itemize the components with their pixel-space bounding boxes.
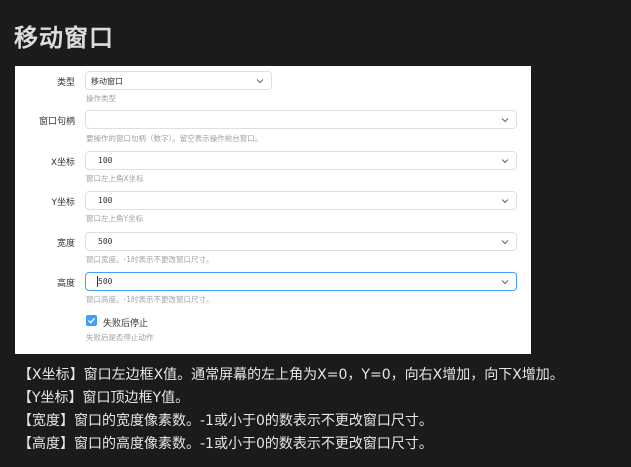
stop-on-fail-label[interactable]: 失败后停止 [103,316,148,329]
page-title: 移动窗口 [14,24,114,52]
y-label: Y坐标 [51,198,76,208]
stop-on-fail-checkbox[interactable] [86,315,97,326]
height-label: 高度 [56,279,75,289]
description-height: 【高度】窗口的高度像素数。-1或小于0的数表示不更改窗口尺寸。 [18,436,433,452]
type-select-value: 移动窗口 [91,77,123,86]
chevron-down-icon [256,79,264,84]
form-panel: 类型 移动窗口 操作类型 窗口句柄 要操作的窗口句柄（数字）。留空表示操作前台窗… [15,66,531,354]
description-width: 【宽度】窗口的宽度像素数。-1或小于0的数表示不更改窗口尺寸。 [18,413,433,429]
chevron-down-icon [501,118,509,123]
type-select[interactable]: 移动窗口 [85,71,272,90]
handle-label: 窗口句柄 [38,117,75,127]
height-help: 窗口高度。-1时表示不更改窗口尺寸。 [86,295,214,304]
x-select-value: 100 [98,156,113,165]
chevron-down-icon [501,199,509,204]
y-select-value: 100 [98,196,113,205]
x-help: 窗口左上角X坐标 [86,174,144,183]
description-y: 【Y坐标】窗口顶边框Y值。 [18,390,190,406]
height-select[interactable]: 500 [85,272,517,291]
y-select[interactable]: 100 [85,191,517,210]
handle-help: 要操作的窗口句柄（数字）。留空表示操作前台窗口。 [86,134,263,143]
width-select[interactable]: 500 [85,232,517,251]
type-label: 类型 [56,78,75,88]
description-x: 【X坐标】窗口左边框X值。通常屏幕的左上角为X=0，Y=0，向右X增加，向下X增… [18,367,564,383]
checkmark-icon [88,317,96,324]
width-select-value: 500 [98,237,113,246]
chevron-down-icon [501,280,509,285]
chevron-down-icon [501,240,509,245]
x-select[interactable]: 100 [85,151,517,170]
handle-select[interactable] [85,110,517,129]
type-help: 操作类型 [86,94,116,103]
chevron-down-icon [501,159,509,164]
width-help: 窗口宽度。-1时表示不更改窗口尺寸。 [86,255,214,264]
height-select-value: 500 [98,277,113,286]
x-label: X坐标 [50,158,75,168]
stop-on-fail-help: 失败后是否停止动作 [86,333,154,342]
width-label: 宽度 [56,239,75,249]
y-help: 窗口左上角Y坐标 [86,214,144,223]
